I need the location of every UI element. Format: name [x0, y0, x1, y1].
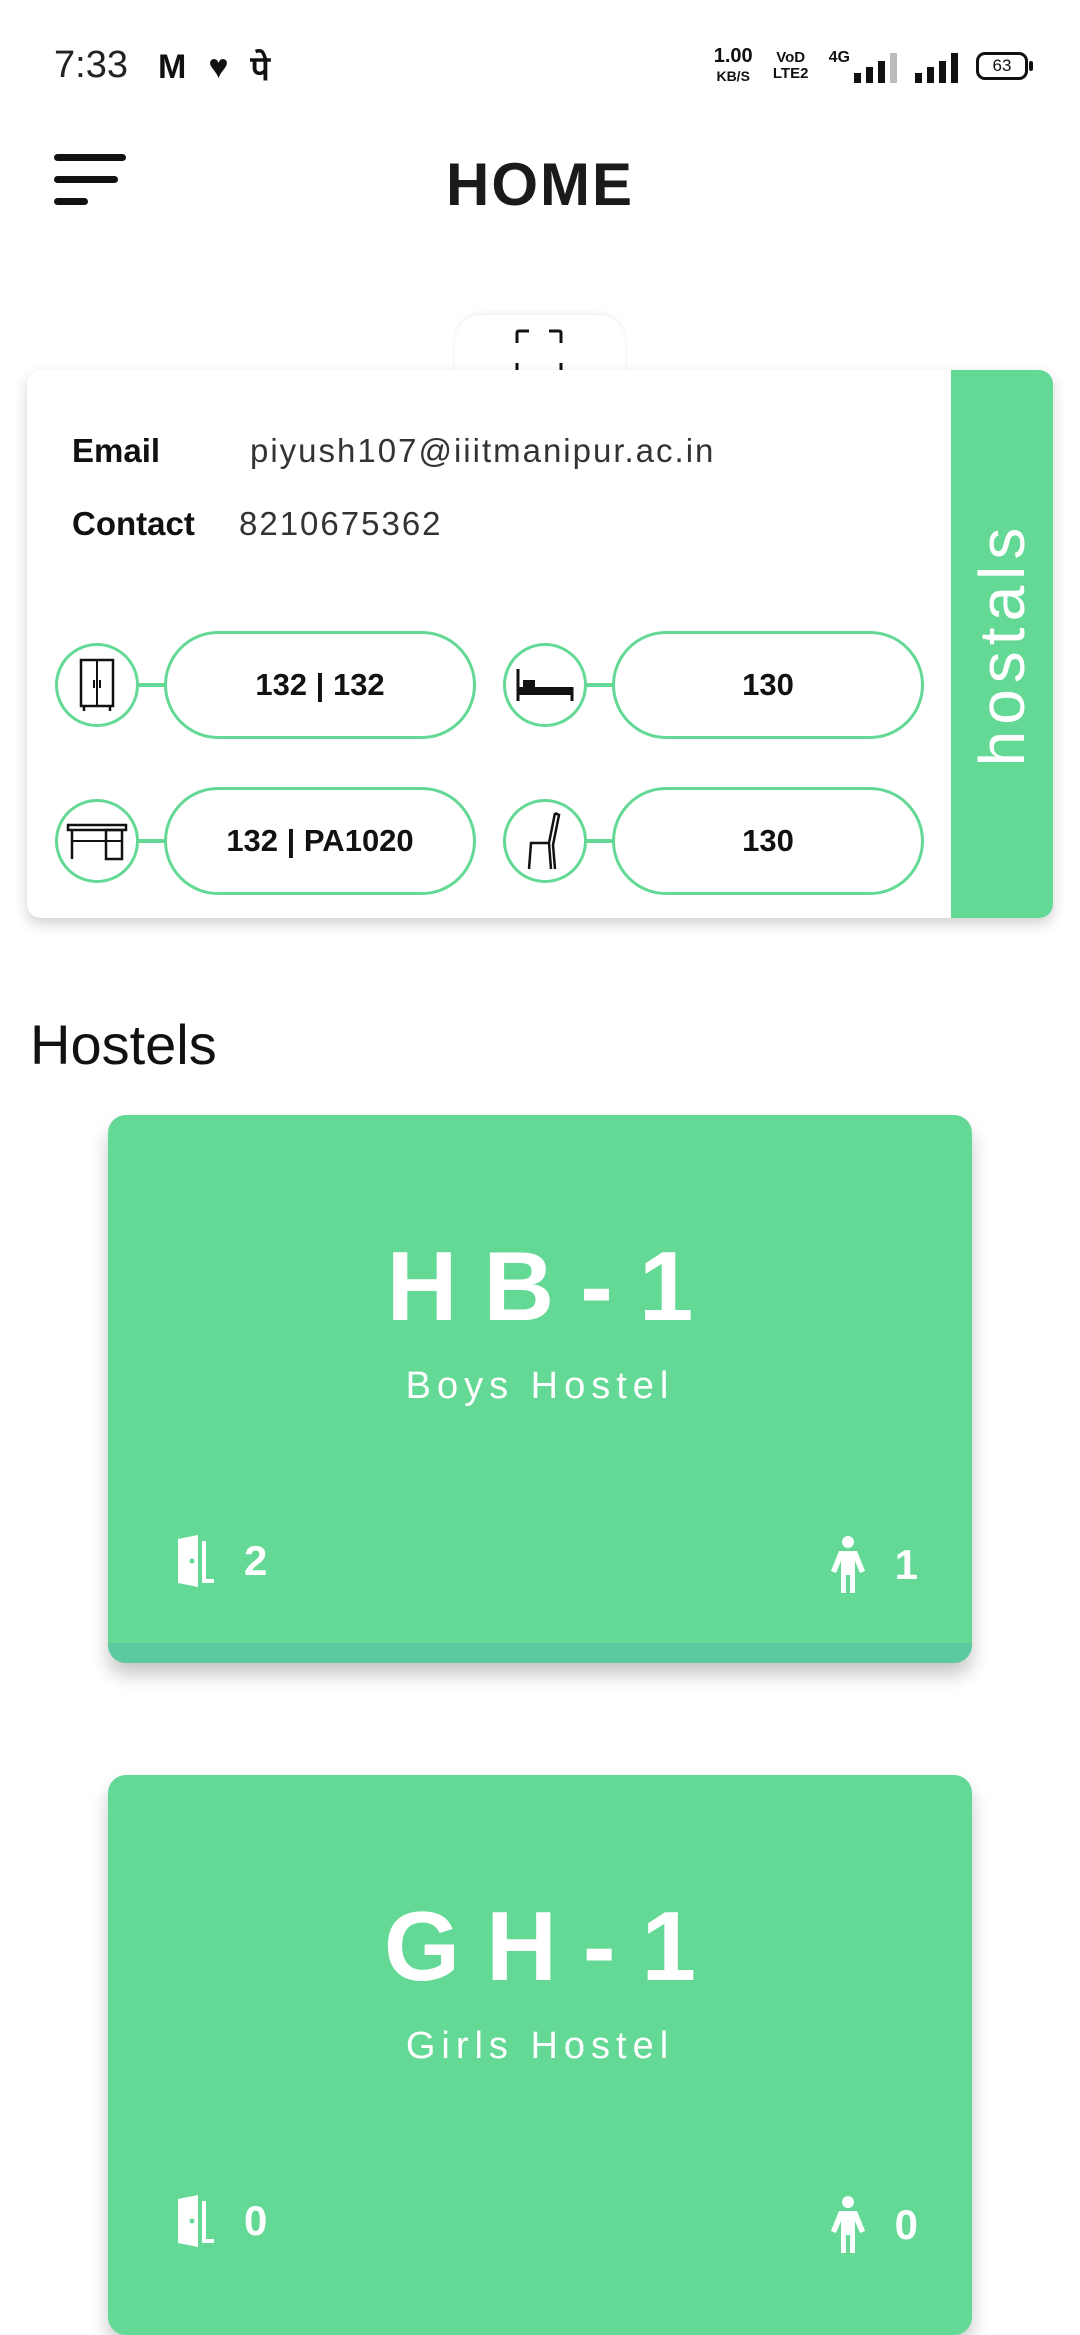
wardrobe-value: 132 | 132 [164, 631, 476, 739]
gmail-icon: M [158, 47, 187, 86]
wardrobe-icon [55, 643, 139, 727]
residents-stat: 1 [829, 1535, 918, 1595]
contact-label: Contact [72, 505, 195, 542]
battery-icon: 63 [976, 52, 1033, 80]
section-title: Hostels [30, 1013, 217, 1076]
door-icon [172, 1535, 214, 1587]
email-label: Email [72, 432, 161, 469]
desk-value: 132 | PA1020 [164, 787, 476, 895]
desk-icon [55, 799, 139, 883]
bed-icon [503, 643, 587, 727]
signal-icon [915, 49, 958, 83]
bed-value: 130 [612, 631, 924, 739]
hostels-side-tab[interactable]: hostals [951, 370, 1053, 918]
email-value: piyush107@iiitmanipur.ac.in [250, 432, 716, 469]
rooms-stat: 0 [168, 2195, 267, 2247]
hostel-type: Boys Hostel [405, 1365, 675, 1407]
notification-icons: M ♥ पे [158, 44, 270, 90]
network-speed: 1.00 KB/S [713, 45, 753, 84]
clock: 7:33 [54, 44, 128, 86]
contact-value: 8210675362 [239, 505, 443, 542]
hostel-type: Girls Hostel [405, 2025, 675, 2067]
person-icon [830, 2196, 865, 2253]
rooms-stat: 2 [168, 1535, 267, 1587]
status-bar: 7:33 M ♥ पे 1.00 KB/S VoD LTE2 4G 63 [0, 0, 1080, 130]
volte-icon: VoD LTE2 [772, 49, 809, 82]
chair-icon [503, 799, 587, 883]
profile-card: Email piyush107@iiitmanipur.ac.in Contac… [27, 370, 1053, 918]
health-icon: ♥ [208, 47, 229, 86]
hostel-code: HB-1 [386, 1231, 720, 1341]
page-title: HOME [446, 151, 634, 218]
hostel-card-hb1[interactable]: HB-1 Boys Hostel 2 1 [108, 1115, 972, 1663]
hostel-code: GH-1 [383, 1891, 723, 2001]
person-icon [830, 1536, 865, 1593]
chair-value: 130 [612, 787, 924, 895]
hostel-card-gh1[interactable]: GH-1 Girls Hostel 0 0 [108, 1775, 972, 2335]
door-icon [172, 2195, 214, 2247]
signal-4g-icon: 4G [829, 49, 897, 83]
residents-stat: 0 [829, 2195, 918, 2255]
phonepe-icon: पे [250, 50, 270, 88]
